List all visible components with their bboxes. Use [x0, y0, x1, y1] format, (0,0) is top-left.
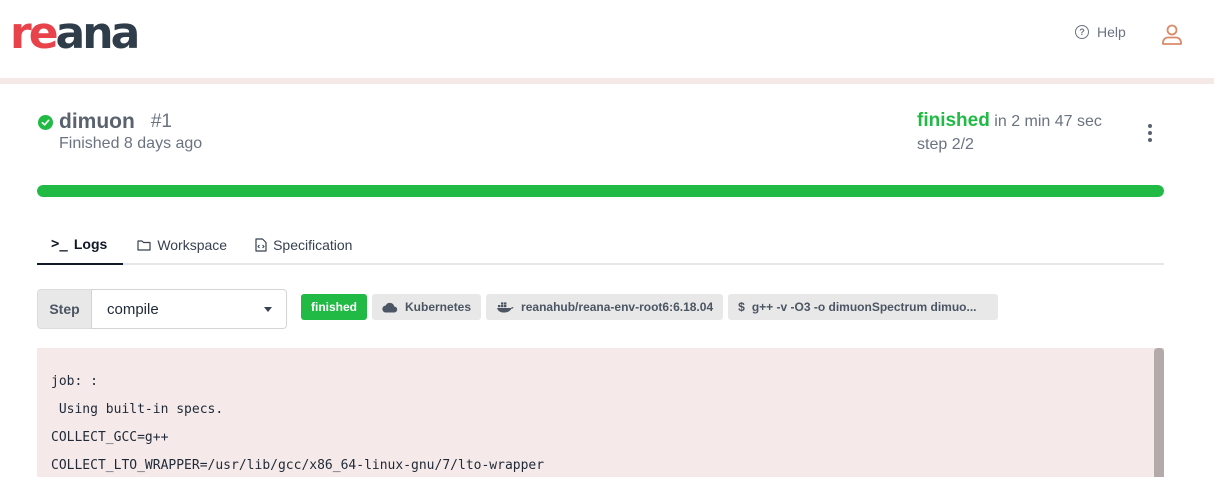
- folder-icon: [137, 240, 151, 251]
- header-divider: [0, 78, 1214, 84]
- docker-icon: [497, 302, 514, 313]
- question-circle-icon: ?: [1075, 25, 1089, 39]
- step-selector: Step compile: [37, 289, 287, 329]
- log-lines: job: : Using built-in specs. COLLECT_GCC=…: [51, 368, 544, 477]
- log-line: Using built-in specs.: [51, 402, 224, 417]
- more-actions-icon[interactable]: [1146, 124, 1154, 142]
- dollar-icon: $: [738, 300, 745, 314]
- command-badge[interactable]: $ g++ -v -O3 -o dimuonSpectrum dimuo...: [728, 294, 999, 320]
- step-dropdown-value: compile: [107, 300, 159, 318]
- workflow-status: finished in 2 min 47 sec step 2/2: [917, 110, 1102, 154]
- top-header: reana ? Help: [0, 0, 1214, 78]
- log-scrollbar[interactable]: [1154, 348, 1164, 477]
- step-dropdown[interactable]: compile: [91, 289, 287, 329]
- help-link[interactable]: ? Help: [1075, 24, 1126, 40]
- backend-badge: Kubernetes: [372, 294, 482, 320]
- cloud-icon: [382, 302, 398, 313]
- step-selector-label: Step: [37, 289, 91, 329]
- progress-fill: [37, 185, 1164, 197]
- container-image-badge: reanahub/reana-env-root6:6.18.04: [486, 294, 724, 320]
- reana-logo[interactable]: reana: [10, 12, 140, 56]
- user-icon[interactable]: [1160, 22, 1184, 46]
- log-line: job: :: [51, 374, 98, 389]
- status-duration: in 2 min 47 sec: [994, 113, 1102, 130]
- workflow-finished-time: Finished 8 days ago: [59, 135, 203, 152]
- caret-down-icon: [264, 306, 272, 312]
- terminal-icon: >_: [51, 236, 68, 252]
- log-line: COLLECT_GCC=g++: [51, 430, 169, 445]
- tab-specification[interactable]: Specification: [241, 225, 366, 265]
- status-word: finished: [917, 110, 990, 131]
- tab-workspace[interactable]: Workspace: [123, 225, 241, 265]
- log-output[interactable]: job: : Using built-in specs. COLLECT_GCC=…: [37, 348, 1164, 477]
- help-label: Help: [1097, 24, 1126, 40]
- status-step: step 2/2: [917, 136, 974, 153]
- workflow-title: dimuon #1: [38, 110, 172, 134]
- workflow-progress-bar: [37, 185, 1164, 197]
- step-status-badge: finished: [301, 294, 368, 320]
- step-info-badges: finished Kubernetes reanahub/reana-env-r…: [301, 294, 999, 320]
- log-scrollbar-thumb[interactable]: [1154, 348, 1164, 477]
- log-line: COLLECT_LTO_WRAPPER=/usr/lib/gcc/x86_64-…: [51, 458, 545, 473]
- workflow-run-number: #1: [150, 111, 172, 132]
- workflow-name: dimuon: [59, 110, 135, 133]
- check-circle-icon: [38, 114, 53, 130]
- workflow-tabs: >_ Logs Workspace Specification: [37, 225, 1164, 265]
- file-code-icon: [255, 238, 267, 252]
- tab-logs[interactable]: >_ Logs: [37, 225, 124, 265]
